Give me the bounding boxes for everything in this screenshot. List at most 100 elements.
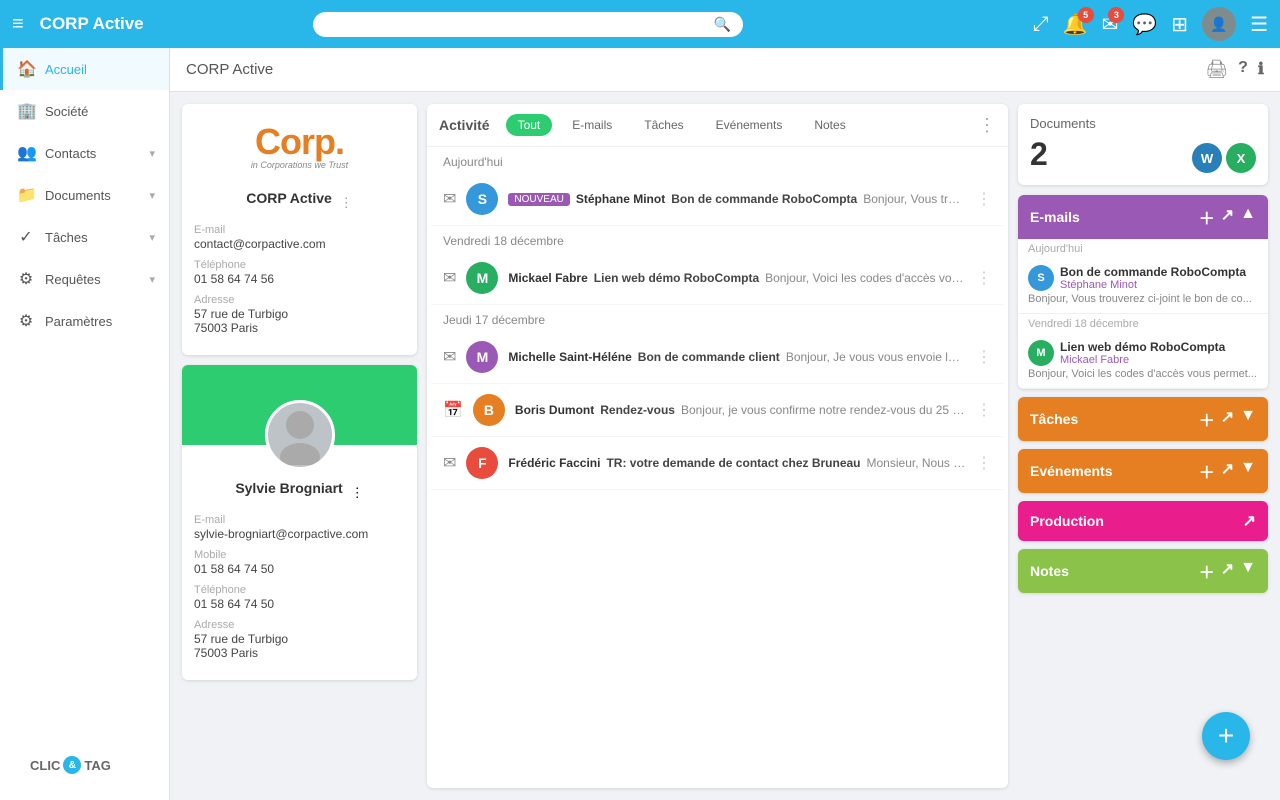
email-item-1[interactable]: S Bon de commande RoboCompta Stéphane Mi… <box>1018 257 1268 314</box>
emails-section-btns: ＋ ↗ ▲ <box>1199 205 1256 229</box>
emails-add-icon[interactable]: ＋ <box>1199 205 1215 229</box>
breadcrumb: CORP Active 🖨 ? ℹ <box>170 48 1280 92</box>
corp-logo-text: Corp. <box>255 124 344 160</box>
emails-export-icon[interactable]: ↗ <box>1221 205 1234 229</box>
email-item-preview-2: Bonjour, Voici les codes d'accès vous pe… <box>1028 368 1258 380</box>
activity-content-2: Mickael Fabre Lien web démo RoboCompta B… <box>508 271 966 285</box>
notes-export-icon[interactable]: ↗ <box>1221 559 1234 583</box>
taches-icon: ✓ <box>17 227 35 247</box>
item-menu-icon[interactable]: ⋮ <box>976 189 992 209</box>
act-subject-3: Bon de commande client <box>638 350 780 364</box>
item-menu-icon-5[interactable]: ⋮ <box>976 453 992 473</box>
sidebar-item-contacts[interactable]: 👥 Contacts ▾ <box>0 132 169 174</box>
sidebar-item-documents[interactable]: 📁 Documents ▾ <box>0 174 169 216</box>
messages-icon[interactable]: ✉ 3 <box>1102 12 1119 37</box>
email-item-2[interactable]: M Lien web démo RoboCompta Mickael Fabre… <box>1018 332 1268 389</box>
expand-icon[interactable]: ⤢ <box>1033 13 1049 36</box>
notes-collapse-icon[interactable]: ▼ <box>1240 559 1256 583</box>
taches-section-title: Tâches <box>1030 411 1199 427</box>
notes-section-header[interactable]: Notes ＋ ↗ ▼ <box>1018 549 1268 593</box>
company-menu-dots[interactable]: ⋮ <box>340 195 353 211</box>
info-icon[interactable]: ℹ <box>1258 59 1264 80</box>
activity-item-5[interactable]: ✉ F Frédéric Faccini TR: votre demande d… <box>431 437 1004 490</box>
notes-section-title: Notes <box>1030 563 1199 579</box>
help-icon[interactable]: ? <box>1238 59 1248 80</box>
activity-menu-icon[interactable]: ⋮ <box>978 115 996 136</box>
production-export-icon[interactable]: ↗ <box>1243 511 1256 531</box>
person-menu-dots[interactable]: ⋮ <box>351 485 364 501</box>
activity-card: Activité Tout E-mails Tâches Evénements … <box>427 104 1008 788</box>
notes-add-icon[interactable]: ＋ <box>1199 559 1215 583</box>
item-menu-icon-3[interactable]: ⋮ <box>976 347 992 367</box>
activity-item[interactable]: ✉ M Mickael Fabre Lien web démo RoboComp… <box>431 252 1004 305</box>
evenements-export-icon[interactable]: ↗ <box>1221 459 1234 483</box>
sidebar-item-parametres[interactable]: ⚙ Paramètres <box>0 300 169 342</box>
clictag-logo: CLIC & TAG <box>16 746 153 784</box>
company-name: CORP Active <box>246 190 332 206</box>
sidebar-item-accueil[interactable]: 🏠 Accueil <box>0 48 169 90</box>
person-info: Sylvie Brogniart ⋮ E-mail sylvie-brognia… <box>182 445 417 680</box>
act-sender-4: Boris Dumont <box>515 403 594 417</box>
requetes-arrow: ▾ <box>149 273 155 286</box>
item-menu-icon-4[interactable]: ⋮ <box>976 400 992 420</box>
taches-add-icon[interactable]: ＋ <box>1199 407 1215 431</box>
activity-item-4[interactable]: 📅 B Boris Dumont Rendez-vous Bonjour, je… <box>431 384 1004 437</box>
breadcrumb-icons: 🖨 ? ℹ <box>1205 59 1264 80</box>
activity-content-4: Boris Dumont Rendez-vous Bonjour, je vou… <box>515 403 966 417</box>
search-icon: 🔍 <box>714 16 731 33</box>
contacts-arrow: ▾ <box>149 147 155 160</box>
grid-icon[interactable]: ⊞ <box>1171 12 1188 37</box>
act-sender-3: Michelle Saint-Héléne <box>508 350 631 364</box>
sidebar-item-requetes[interactable]: ⚙ Requêtes ▾ <box>0 258 169 300</box>
search-input[interactable] <box>325 17 714 32</box>
evenements-section-header[interactable]: Evénements ＋ ↗ ▼ <box>1018 449 1268 493</box>
email-item-preview-1: Bonjour, Vous trouverez ci-joint le bon … <box>1028 293 1258 305</box>
middle-panel: Activité Tout E-mails Tâches Evénements … <box>427 104 1008 788</box>
fab-button[interactable]: + <box>1202 712 1250 760</box>
person-email-label: E-mail <box>194 514 405 526</box>
sidebar-item-societe[interactable]: 🏢 Société <box>0 90 169 132</box>
sidebar-label-requetes: Requêtes <box>45 272 139 287</box>
taches-section-header[interactable]: Tâches ＋ ↗ ▼ <box>1018 397 1268 441</box>
user-avatar[interactable]: 👤 <box>1202 7 1236 41</box>
activity-item-3[interactable]: ✉ M Michelle Saint-Héléne Bon de command… <box>431 331 1004 384</box>
taches-collapse-icon[interactable]: ▼ <box>1240 407 1256 431</box>
print-icon[interactable]: 🖨 <box>1205 59 1228 80</box>
emails-collapse-icon[interactable]: ▲ <box>1240 205 1256 229</box>
notes-section-btns: ＋ ↗ ▼ <box>1199 559 1256 583</box>
breadcrumb-title: CORP Active <box>186 61 273 78</box>
tab-notes[interactable]: Notes <box>802 114 857 136</box>
act-subject-2: Lien web démo RoboCompta <box>594 271 759 285</box>
doc-avatar-x: X <box>1226 143 1256 173</box>
tab-tout[interactable]: Tout <box>506 114 553 136</box>
activity-item[interactable]: ✉ S NOUVEAU Stéphane Minot Bon de comman… <box>431 173 1004 226</box>
chat-icon[interactable]: 💬 <box>1132 12 1157 37</box>
person-address-row: Adresse 57 rue de Turbigo 75003 Paris <box>194 619 405 660</box>
person-mobile-row: Mobile 01 58 64 74 50 <box>194 549 405 576</box>
emails-section: E-mails ＋ ↗ ▲ Aujourd'hui S <box>1018 195 1268 389</box>
production-section-header[interactable]: Production ↗ <box>1018 501 1268 541</box>
email-item-header-2: M Lien web démo RoboCompta Mickael Fabre <box>1028 340 1258 366</box>
activity-title: Activité <box>439 117 490 133</box>
evenements-collapse-icon[interactable]: ▼ <box>1240 459 1256 483</box>
notifications-icon[interactable]: 🔔 5 <box>1063 12 1088 37</box>
tab-taches[interactable]: Tâches <box>632 114 695 136</box>
nav-menu-icon[interactable]: ☰ <box>1250 12 1268 37</box>
sidebar-item-taches[interactable]: ✓ Tâches ▾ <box>0 216 169 258</box>
emails-section-header[interactable]: E-mails ＋ ↗ ▲ <box>1018 195 1268 239</box>
activity-avatar: S <box>466 183 498 215</box>
tab-evenements[interactable]: Evénements <box>704 114 795 136</box>
sidebar-label-documents: Documents <box>45 188 139 203</box>
activity-avatar-5: F <box>466 447 498 479</box>
item-menu-icon-2[interactable]: ⋮ <box>976 268 992 288</box>
hamburger-menu[interactable]: ≡ <box>12 13 24 36</box>
company-address-line2: 75003 Paris <box>194 321 405 335</box>
sidebar-label-societe: Société <box>45 104 155 119</box>
docs-title: Documents <box>1030 116 1256 131</box>
evenements-add-icon[interactable]: ＋ <box>1199 459 1215 483</box>
tab-emails[interactable]: E-mails <box>560 114 624 136</box>
taches-export-icon[interactable]: ↗ <box>1221 407 1234 431</box>
taches-arrow: ▾ <box>149 231 155 244</box>
date-friday18: Vendredi 18 décembre <box>431 226 1004 252</box>
act-subject-4: Rendez-vous <box>600 403 675 417</box>
